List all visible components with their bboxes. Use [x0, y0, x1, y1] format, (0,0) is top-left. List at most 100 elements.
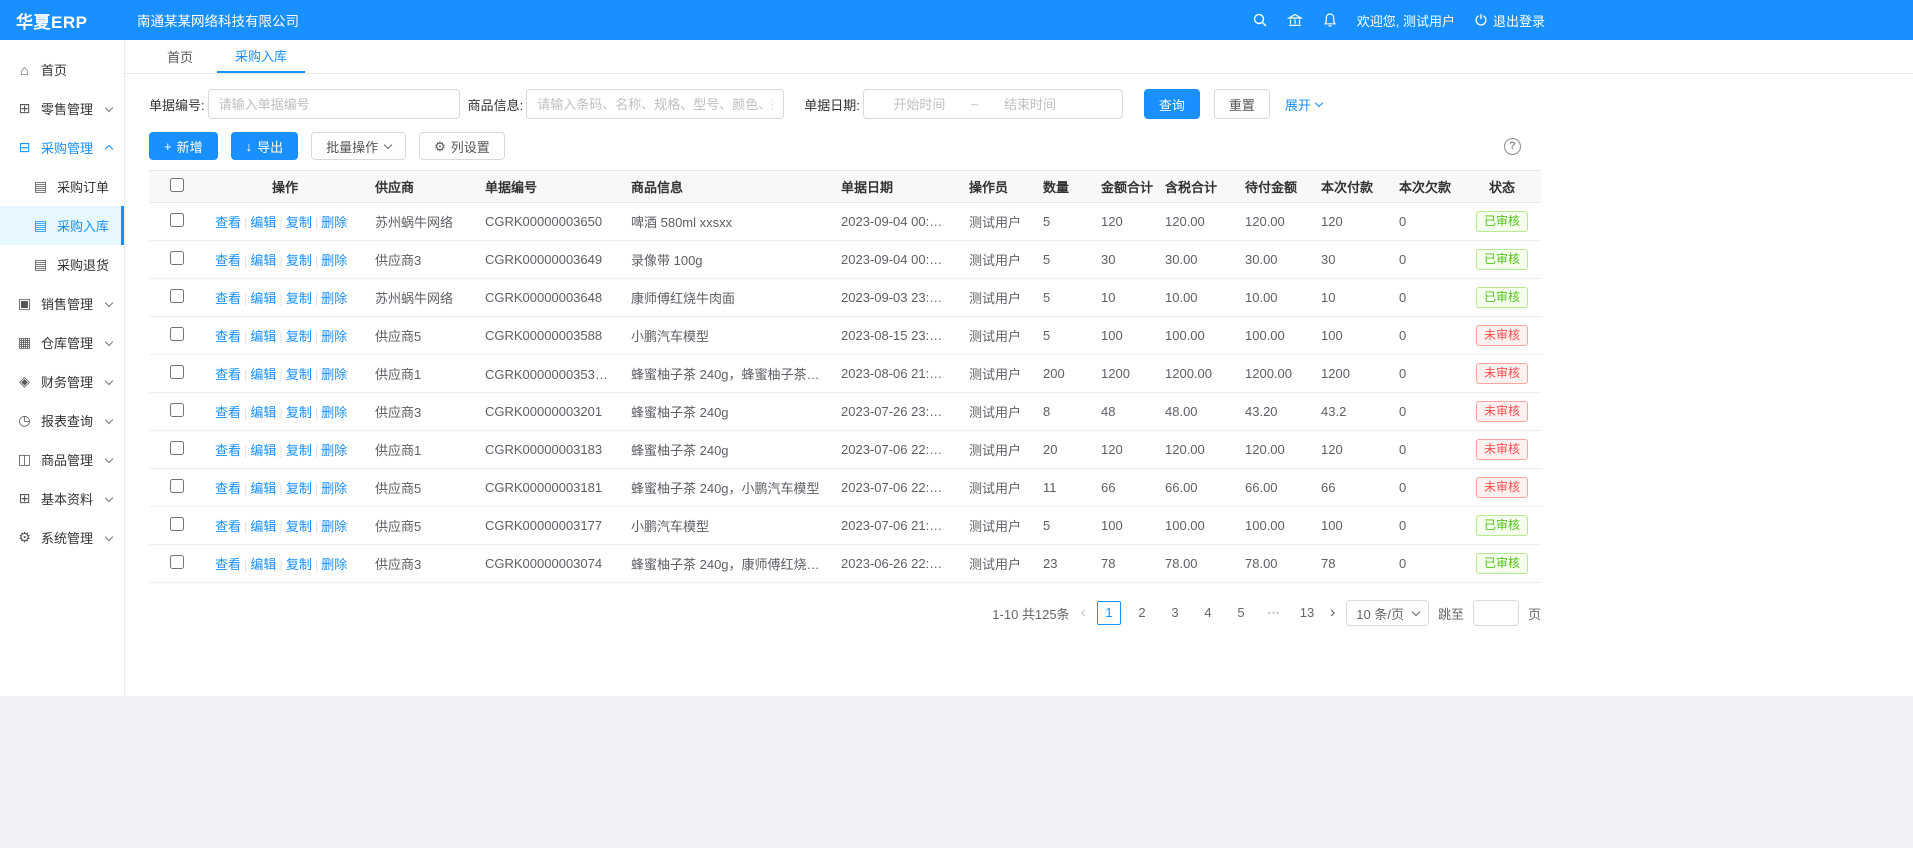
- delete-link[interactable]: 删除: [321, 481, 347, 496]
- view-link[interactable]: 查看: [215, 215, 241, 230]
- page-button[interactable]: 13: [1295, 601, 1319, 625]
- copy-link[interactable]: 复制: [286, 291, 312, 306]
- expand-link[interactable]: 展开: [1285, 95, 1322, 114]
- delete-link[interactable]: 删除: [321, 443, 347, 458]
- sidebar-item-home[interactable]: ⌂ 首页: [0, 50, 124, 89]
- delete-link[interactable]: 删除: [321, 291, 347, 306]
- sidebar-item-purchase-order[interactable]: ▤ 采购订单: [0, 167, 124, 206]
- jump-page-input[interactable]: [1473, 600, 1519, 626]
- copy-link[interactable]: 复制: [286, 253, 312, 268]
- end-date-input[interactable]: [982, 97, 1077, 112]
- row-checkbox[interactable]: [170, 289, 184, 303]
- copy-link[interactable]: 复制: [286, 215, 312, 230]
- app-logo[interactable]: 华夏ERP: [0, 8, 125, 33]
- delete-link[interactable]: 删除: [321, 215, 347, 230]
- tab-purchase-in[interactable]: 采购入库: [217, 40, 305, 73]
- sidebar-item-retail[interactable]: ⊞ 零售管理: [0, 89, 124, 128]
- product-info-input[interactable]: [526, 89, 784, 119]
- sidebar-item-goods[interactable]: ◫ 商品管理: [0, 440, 124, 479]
- view-link[interactable]: 查看: [215, 481, 241, 496]
- sidebar-item-purchase[interactable]: ⊟ 采购管理: [0, 128, 124, 167]
- prev-page-button[interactable]: ‹: [1079, 605, 1088, 621]
- copy-link[interactable]: 复制: [286, 329, 312, 344]
- delete-link[interactable]: 删除: [321, 557, 347, 572]
- column-settings-button[interactable]: ⚙ 列设置: [419, 132, 505, 160]
- copy-link[interactable]: 复制: [286, 557, 312, 572]
- edit-link[interactable]: 编辑: [250, 367, 276, 382]
- help-icon[interactable]: ?: [1504, 138, 1521, 155]
- select-all-checkbox[interactable]: [170, 178, 184, 192]
- copy-link[interactable]: 复制: [286, 367, 312, 382]
- page-size-select[interactable]: 10 条/页: [1346, 600, 1429, 626]
- edit-link[interactable]: 编辑: [250, 519, 276, 534]
- delete-link[interactable]: 删除: [321, 253, 347, 268]
- page-button[interactable]: 4: [1196, 601, 1220, 625]
- row-checkbox[interactable]: [170, 555, 184, 569]
- page-button[interactable]: 1: [1097, 601, 1121, 625]
- view-link[interactable]: 查看: [215, 519, 241, 534]
- bill-no-input[interactable]: [208, 89, 460, 119]
- edit-link[interactable]: 编辑: [250, 329, 276, 344]
- view-link[interactable]: 查看: [215, 291, 241, 306]
- bank-icon[interactable]: [1287, 12, 1303, 28]
- view-link[interactable]: 查看: [215, 557, 241, 572]
- supplier-cell: 供应商3: [365, 545, 475, 583]
- edit-link[interactable]: 编辑: [250, 253, 276, 268]
- next-page-button[interactable]: ›: [1328, 605, 1337, 621]
- sidebar-item-warehouse[interactable]: ▦ 仓库管理: [0, 323, 124, 362]
- edit-link[interactable]: 编辑: [250, 557, 276, 572]
- amount-total-cell: 48: [1091, 393, 1155, 431]
- view-link[interactable]: 查看: [215, 443, 241, 458]
- action-separator: |: [315, 405, 318, 420]
- logout-button[interactable]: 退出登录: [1474, 11, 1545, 30]
- row-checkbox[interactable]: [170, 441, 184, 455]
- row-checkbox[interactable]: [170, 213, 184, 227]
- delete-link[interactable]: 删除: [321, 367, 347, 382]
- edit-link[interactable]: 编辑: [250, 443, 276, 458]
- sidebar-item-basic-data[interactable]: ⊞ 基本资料: [0, 479, 124, 518]
- row-checkbox[interactable]: [170, 479, 184, 493]
- delete-link[interactable]: 删除: [321, 405, 347, 420]
- bell-icon[interactable]: [1322, 12, 1338, 28]
- view-link[interactable]: 查看: [215, 405, 241, 420]
- copy-link[interactable]: 复制: [286, 405, 312, 420]
- edit-link[interactable]: 编辑: [250, 291, 276, 306]
- sidebar-item-purchase-in[interactable]: ▤ 采购入库: [0, 206, 124, 245]
- row-checkbox[interactable]: [170, 251, 184, 265]
- search-button[interactable]: 查询: [1144, 89, 1200, 119]
- search-icon[interactable]: [1252, 12, 1268, 28]
- row-checkbox[interactable]: [170, 327, 184, 341]
- date-range-picker[interactable]: ~: [863, 89, 1123, 119]
- sidebar-item-purchase-return[interactable]: ▤ 采购退货: [0, 245, 124, 284]
- view-link[interactable]: 查看: [215, 329, 241, 344]
- copy-link[interactable]: 复制: [286, 481, 312, 496]
- delete-link[interactable]: 删除: [321, 329, 347, 344]
- add-button[interactable]: + 新增: [149, 132, 218, 160]
- column-header: 状态: [1463, 171, 1541, 203]
- edit-link[interactable]: 编辑: [250, 405, 276, 420]
- copy-link[interactable]: 复制: [286, 519, 312, 534]
- product-cell: 小鹏汽车模型: [621, 317, 831, 355]
- sidebar-item-reports[interactable]: ◷ 报表查询: [0, 401, 124, 440]
- tab-home[interactable]: 首页: [149, 40, 211, 73]
- row-checkbox[interactable]: [170, 403, 184, 417]
- start-date-input[interactable]: [872, 97, 967, 112]
- delete-link[interactable]: 删除: [321, 519, 347, 534]
- batch-actions-button[interactable]: 批量操作: [311, 132, 406, 160]
- view-link[interactable]: 查看: [215, 367, 241, 382]
- page-button[interactable]: 5: [1229, 601, 1253, 625]
- edit-link[interactable]: 编辑: [250, 481, 276, 496]
- row-checkbox[interactable]: [170, 365, 184, 379]
- sidebar-item-system[interactable]: ⚙ 系统管理: [0, 518, 124, 557]
- view-link[interactable]: 查看: [215, 253, 241, 268]
- row-checkbox[interactable]: [170, 517, 184, 531]
- page-button[interactable]: 3: [1163, 601, 1187, 625]
- export-button[interactable]: ↓ 导出: [231, 132, 299, 160]
- copy-link[interactable]: 复制: [286, 443, 312, 458]
- sidebar-item-sales[interactable]: ▣ 销售管理: [0, 284, 124, 323]
- page-button[interactable]: 2: [1130, 601, 1154, 625]
- edit-link[interactable]: 编辑: [250, 215, 276, 230]
- home-icon: ⌂: [16, 62, 33, 78]
- sidebar-item-finance[interactable]: ◈ 财务管理: [0, 362, 124, 401]
- reset-button[interactable]: 重置: [1214, 89, 1270, 119]
